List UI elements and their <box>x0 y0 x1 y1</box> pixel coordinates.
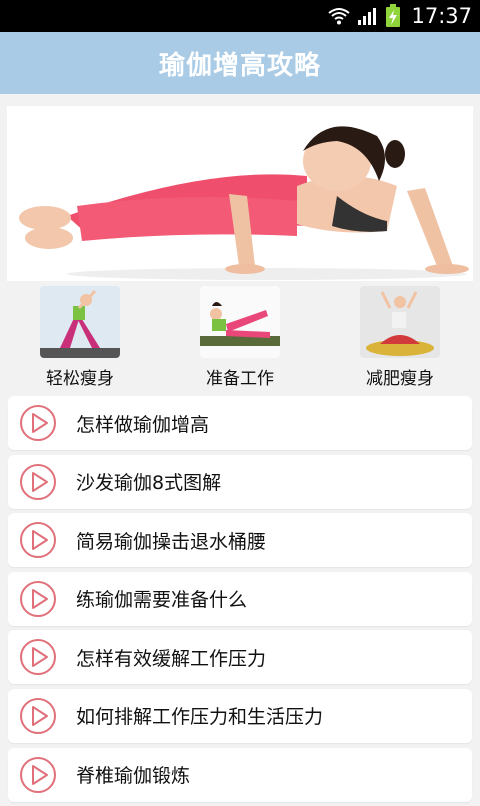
play-icon <box>20 756 56 793</box>
list-item-title: 怎样做瑜伽增高 <box>76 413 210 436</box>
play-icon <box>20 580 56 617</box>
banner-image[interactable] <box>7 106 473 281</box>
list-item[interactable]: 如何排解工作压力和生活压力 <box>8 688 472 743</box>
app-title: 瑜伽增高攻略 <box>158 50 321 81</box>
wifi-icon <box>327 6 351 26</box>
category-thumbnail <box>200 286 280 358</box>
title-bar: 瑜伽增高攻略 <box>0 32 480 94</box>
play-icon <box>20 697 56 734</box>
list-item-title: 如何排解工作压力和生活压力 <box>76 706 324 729</box>
list-item-title: 怎样有效缓解工作压力 <box>76 647 267 670</box>
list-item[interactable]: 怎样做瑜伽增高 <box>8 396 472 450</box>
list-item[interactable]: 脊椎瑜伽锻炼 <box>8 747 472 802</box>
category-label: 准备工作 <box>206 369 274 389</box>
clock: 17:37 <box>411 4 472 28</box>
category-preparation[interactable]: 准备工作 <box>190 286 290 390</box>
list-item[interactable]: 沙发瑜伽8式图解 <box>8 454 472 509</box>
list-item-title: 脊椎瑜伽锻炼 <box>76 765 191 788</box>
list-item-title: 沙发瑜伽8式图解 <box>76 472 222 495</box>
yoga-pose-illustration <box>7 106 473 281</box>
category-row: 轻松瘦身 准备工作 减肥瘦身 <box>0 286 480 390</box>
list-item[interactable]: 简易瑜伽操击退水桶腰 <box>8 513 472 568</box>
category-label: 减肥瘦身 <box>366 369 434 389</box>
list-item[interactable]: 怎样有效缓解工作压力 <box>8 630 472 685</box>
play-icon <box>20 405 56 441</box>
category-thumbnail <box>360 286 440 358</box>
category-thumbnail <box>40 286 120 358</box>
play-icon <box>20 522 56 559</box>
category-label: 轻松瘦身 <box>46 369 114 389</box>
list-item-title: 简易瑜伽操击退水桶腰 <box>76 530 267 553</box>
play-icon <box>20 463 56 500</box>
play-icon <box>20 639 56 676</box>
category-easy-slim[interactable]: 轻松瘦身 <box>30 286 130 390</box>
article-list: 怎样做瑜伽增高 沙发瑜伽8式图解 简易瑜伽操击退水桶腰 练瑜伽需要准备什么 怎样… <box>8 396 472 806</box>
signal-icon <box>357 6 379 26</box>
category-weight-loss[interactable]: 减肥瘦身 <box>350 286 450 390</box>
battery-icon <box>385 4 401 28</box>
status-bar: 17:37 <box>0 0 480 32</box>
list-item[interactable]: 练瑜伽需要准备什么 <box>8 571 472 626</box>
list-item-title: 练瑜伽需要准备什么 <box>76 589 248 612</box>
